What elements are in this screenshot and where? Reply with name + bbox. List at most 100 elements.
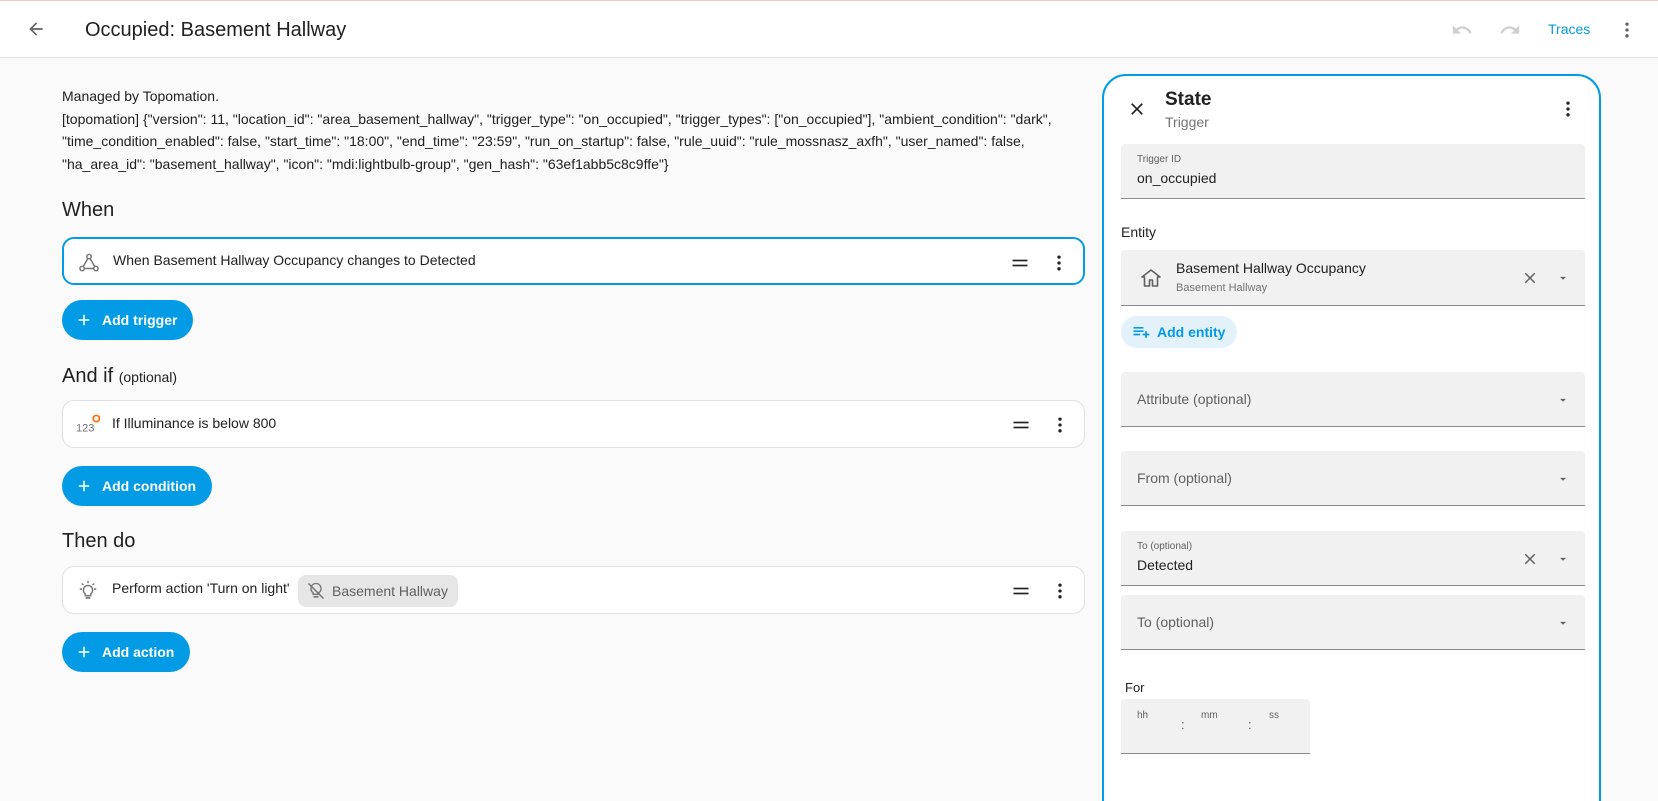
undo-button[interactable]: [1449, 17, 1475, 43]
close-panel-button[interactable]: [1124, 96, 1150, 122]
add-entity-button[interactable]: Add entity: [1121, 316, 1238, 348]
arrow-left-icon: [29, 22, 43, 36]
chevron-down-icon: [1560, 621, 1566, 625]
panel-more-button[interactable]: [1556, 96, 1580, 122]
from-select[interactable]: From (optional): [1121, 451, 1585, 506]
lightbulb-off-icon: [307, 582, 325, 600]
duration-separator: :: [1248, 717, 1252, 732]
toolbar: Occupied: Basement Hallway Traces: [0, 1, 1658, 58]
description-line-2: [topomation] {"version": 11, "location_i…: [62, 110, 1052, 172]
duration-input: hh : mm : ss: [1121, 699, 1310, 754]
condition-description: If Illuminance is below 800: [112, 415, 277, 431]
chevron-down-icon: [1560, 557, 1566, 561]
to-value: Detected: [1137, 557, 1194, 573]
svg-text:123: 123: [76, 422, 94, 434]
add-entity-label: Add entity: [1157, 324, 1226, 340]
trigger-row[interactable]: When Basement Hallway Occupancy changes …: [62, 237, 1085, 285]
drag-handle-icon: [1013, 421, 1029, 429]
undo-icon: [1452, 25, 1472, 34]
clear-entity-button[interactable]: [1520, 268, 1540, 288]
to-label: To (optional): [1137, 541, 1193, 552]
plus-icon: [74, 642, 94, 662]
chevron-down-icon: [1560, 276, 1566, 280]
seconds-label: ss: [1269, 710, 1279, 721]
playlist-plus-icon: [1133, 327, 1150, 338]
drag-handle[interactable]: [1010, 414, 1032, 436]
from-dropdown-caret[interactable]: [1555, 471, 1571, 487]
trigger-id-value: on_occupied: [1137, 170, 1217, 186]
traces-button[interactable]: Traces: [1548, 21, 1590, 37]
entity-picker[interactable]: Basement Hallway Occupancy Basement Hall…: [1121, 250, 1585, 306]
to-dropdown-caret[interactable]: [1555, 551, 1571, 567]
add-action-button[interactable]: Add action: [62, 632, 191, 672]
more-vertical-icon: [1057, 255, 1061, 271]
more-vertical-icon: [1625, 22, 1629, 38]
drag-handle-icon: [1013, 587, 1029, 595]
numeric-state-icon: 123: [76, 413, 100, 437]
trigger-id-label: Trigger ID: [1137, 154, 1182, 165]
automation-description: Managed by Topomation. [topomation] {"ve…: [62, 85, 1092, 175]
attribute-dropdown-caret[interactable]: [1555, 392, 1571, 408]
add-trigger-button[interactable]: Add trigger: [62, 300, 194, 340]
page-title: Occupied: Basement Hallway: [85, 19, 347, 41]
entity-label: Entity: [1121, 224, 1157, 240]
home-icon: [1139, 266, 1163, 290]
hours-label: hh: [1137, 710, 1149, 721]
entity-dropdown-caret[interactable]: [1555, 270, 1571, 286]
action-description: Perform action 'Turn on light': [112, 580, 290, 596]
close-icon: [1524, 553, 1536, 565]
action-row[interactable]: Perform action 'Turn on light' Basement …: [62, 566, 1085, 614]
target-chip-label: Basement Hallway: [332, 583, 448, 599]
duration-separator: :: [1181, 717, 1185, 732]
action-more-button[interactable]: [1048, 579, 1072, 603]
add-condition-button[interactable]: Add condition: [62, 466, 213, 506]
more-vertical-icon: [1058, 417, 1062, 433]
chevron-down-icon: [1560, 477, 1566, 481]
trigger-editor-panel: State Trigger Trigger ID on_occupied Ent…: [1102, 74, 1601, 801]
clear-to-button[interactable]: [1520, 549, 1540, 569]
section-title-when: When: [62, 199, 115, 221]
attribute-select[interactable]: Attribute (optional): [1121, 372, 1585, 427]
more-menu-button[interactable]: [1615, 17, 1639, 43]
state-trigger-icon: [77, 251, 101, 275]
add-action-label: Add action: [102, 644, 175, 660]
add-condition-label: Add condition: [102, 478, 197, 494]
minutes-input[interactable]: [1199, 721, 1239, 737]
section-title-then-do: Then do: [62, 530, 136, 552]
more-vertical-icon: [1058, 583, 1062, 599]
seconds-input[interactable]: [1267, 721, 1307, 737]
trigger-id-field[interactable]: Trigger ID on_occupied: [1121, 144, 1585, 199]
section-title-and-if: And if (optional): [62, 365, 177, 388]
and-if-label: And if: [62, 365, 114, 387]
plus-icon: [74, 476, 94, 496]
from-placeholder: From (optional): [1137, 470, 1232, 486]
add-trigger-label: Add trigger: [102, 312, 178, 328]
back-button[interactable]: [22, 15, 50, 43]
to-select-2[interactable]: To (optional): [1121, 595, 1585, 650]
drag-handle[interactable]: [1010, 580, 1032, 602]
panel-subtitle: Trigger: [1165, 114, 1209, 130]
redo-button[interactable]: [1497, 17, 1523, 43]
condition-more-button[interactable]: [1048, 413, 1072, 437]
to-select[interactable]: To (optional) Detected: [1121, 531, 1585, 586]
hours-input[interactable]: [1135, 721, 1175, 737]
chevron-down-icon: [1560, 398, 1566, 402]
panel-title: State: [1165, 89, 1212, 110]
minutes-label: mm: [1201, 710, 1218, 721]
attribute-placeholder: Attribute (optional): [1137, 391, 1252, 407]
to-2-dropdown-caret[interactable]: [1555, 615, 1571, 631]
close-icon: [1524, 272, 1536, 284]
trigger-description: When Basement Hallway Occupancy changes …: [113, 252, 476, 268]
condition-row[interactable]: 123 If Illuminance is below 800: [62, 400, 1085, 448]
target-chip[interactable]: Basement Hallway: [298, 575, 458, 607]
redo-icon: [1500, 25, 1520, 34]
lightbulb-icon: [76, 579, 100, 603]
close-icon: [1131, 103, 1143, 115]
for-label: For: [1125, 680, 1145, 695]
drag-handle[interactable]: [1009, 252, 1031, 274]
drag-handle-icon: [1012, 259, 1028, 267]
more-vertical-icon: [1566, 101, 1570, 117]
trigger-more-button[interactable]: [1047, 251, 1071, 275]
to-placeholder: To (optional): [1137, 614, 1215, 630]
description-line-1: Managed by Topomation.: [62, 88, 219, 104]
